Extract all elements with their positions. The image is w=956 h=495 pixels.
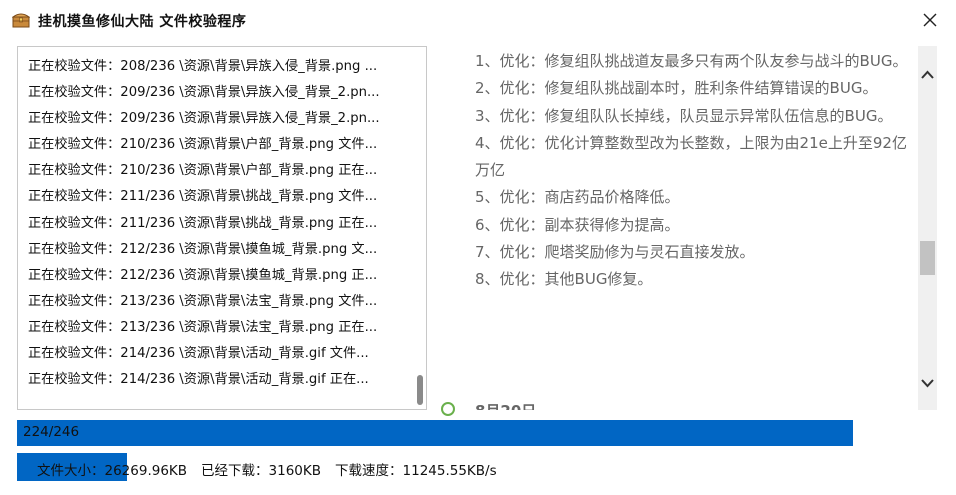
close-button[interactable]: [918, 8, 942, 32]
log-line: 正在校验文件：214/236 \资源\背景\活动_背景.gif 文件...: [28, 346, 369, 362]
log-scrollbar[interactable]: [414, 49, 424, 407]
notes-list: 1、优化：修复组队挑战道友最多只有两个队友参与战斗的BUG。 2、优化：修复组队…: [475, 48, 921, 294]
chevron-up-icon: [921, 70, 934, 79]
notes-scrollbar[interactable]: [918, 46, 937, 410]
note-item: 2、优化：修复组队挑战副本时，胜利条件结算错误的BUG。: [475, 79, 878, 98]
notes-next-heading: 8月20日: [475, 400, 536, 410]
timeline-bullet-icon: [441, 402, 455, 416]
note-item: 7、优化：爬塔奖励修为与灵石直接发放。: [475, 243, 755, 262]
log-line: 正在校验文件：209/236 \资源\背景\异族入侵_背景_2.pn...: [28, 111, 380, 127]
close-icon: [923, 13, 937, 27]
download-status: 文件大小：26269.96KB 已经下载：3160KB 下载速度：11245.55K…: [37, 459, 511, 479]
download-speed-label: 下载速度：11245.55KB/s: [335, 463, 497, 479]
treasure-chest-icon: [12, 13, 30, 28]
scrollbar-thumb[interactable]: [920, 241, 935, 275]
note-item: 4、优化：优化计算整数型改为长整数，上限为由21e上升至92亿万亿: [475, 133, 907, 180]
note-item: 5、优化：商店药品价格降低。: [475, 188, 680, 207]
log-line: 正在校验文件：209/236 \资源\背景\异族入侵_背景_2.pn...: [28, 85, 380, 101]
log-line: 正在校验文件：208/236 \资源\背景\异族入侵_背景.png ...: [28, 59, 378, 74]
log-line: 正在校验文件：211/236 \资源\背景\挑战_背景.png 文件...: [28, 189, 378, 205]
launcher-window: 挂机摸鱼修仙大陆 文件校验程序 正在校验文件：208/236 \资源\背景\异族…: [0, 0, 956, 495]
file-size-label: 文件大小：26269.96KB: [37, 463, 188, 479]
log-line: 正在校验文件：213/236 \资源\背景\法宝_背景.png 文件...: [28, 293, 378, 309]
log-line: 正在校验文件：211/236 \资源\背景\挑战_背景.png 正在...: [28, 215, 378, 231]
chevron-down-icon: [921, 379, 934, 388]
scroll-down-button[interactable]: [918, 372, 937, 394]
verification-progress-bar: 224/246: [17, 420, 853, 446]
log-line: 正在校验文件：210/236 \资源\背景\户部_背景.png 正在...: [28, 163, 378, 179]
log-list: 正在校验文件：208/236 \资源\背景\异族入侵_背景.png ... 正在…: [28, 54, 406, 393]
log-line: 正在校验文件：214/236 \资源\背景\活动_背景.gif 正在...: [28, 372, 369, 388]
note-item: 3、优化：修复组队队长掉线，队员显示异常队伍信息的BUG。: [475, 106, 893, 125]
log-line: 正在校验文件：212/236 \资源\背景\摸鱼城_背景.png 正...: [28, 267, 378, 283]
note-item: 8、优化：其他BUG修复。: [475, 270, 653, 289]
log-scrollbar-thumb[interactable]: [417, 375, 423, 405]
update-notes: 1、优化：修复组队挑战道友最多只有两个队友参与战斗的BUG。 2、优化：修复组队…: [451, 46, 937, 410]
downloaded-label: 已经下载：3160KB: [201, 463, 322, 479]
window-title: 挂机摸鱼修仙大陆 文件校验程序: [38, 14, 247, 30]
log-line: 正在校验文件：213/236 \资源\背景\法宝_背景.png 正在...: [28, 319, 378, 335]
scroll-up-button[interactable]: [918, 64, 937, 86]
note-item: 1、优化：修复组队挑战道友最多只有两个队友参与战斗的BUG。: [475, 52, 908, 70]
log-line: 正在校验文件：210/236 \资源\背景\户部_背景.png 文件...: [28, 137, 378, 153]
title-bar: 挂机摸鱼修仙大陆 文件校验程序: [0, 0, 956, 40]
verification-log[interactable]: 正在校验文件：208/236 \资源\背景\异族入侵_背景.png ... 正在…: [17, 46, 427, 410]
note-item: 6、优化：副本获得修为提高。: [475, 215, 680, 234]
log-line: 正在校验文件：212/236 \资源\背景\摸鱼城_背景.png 文...: [28, 241, 378, 257]
progress-count: 224/246: [23, 424, 80, 440]
